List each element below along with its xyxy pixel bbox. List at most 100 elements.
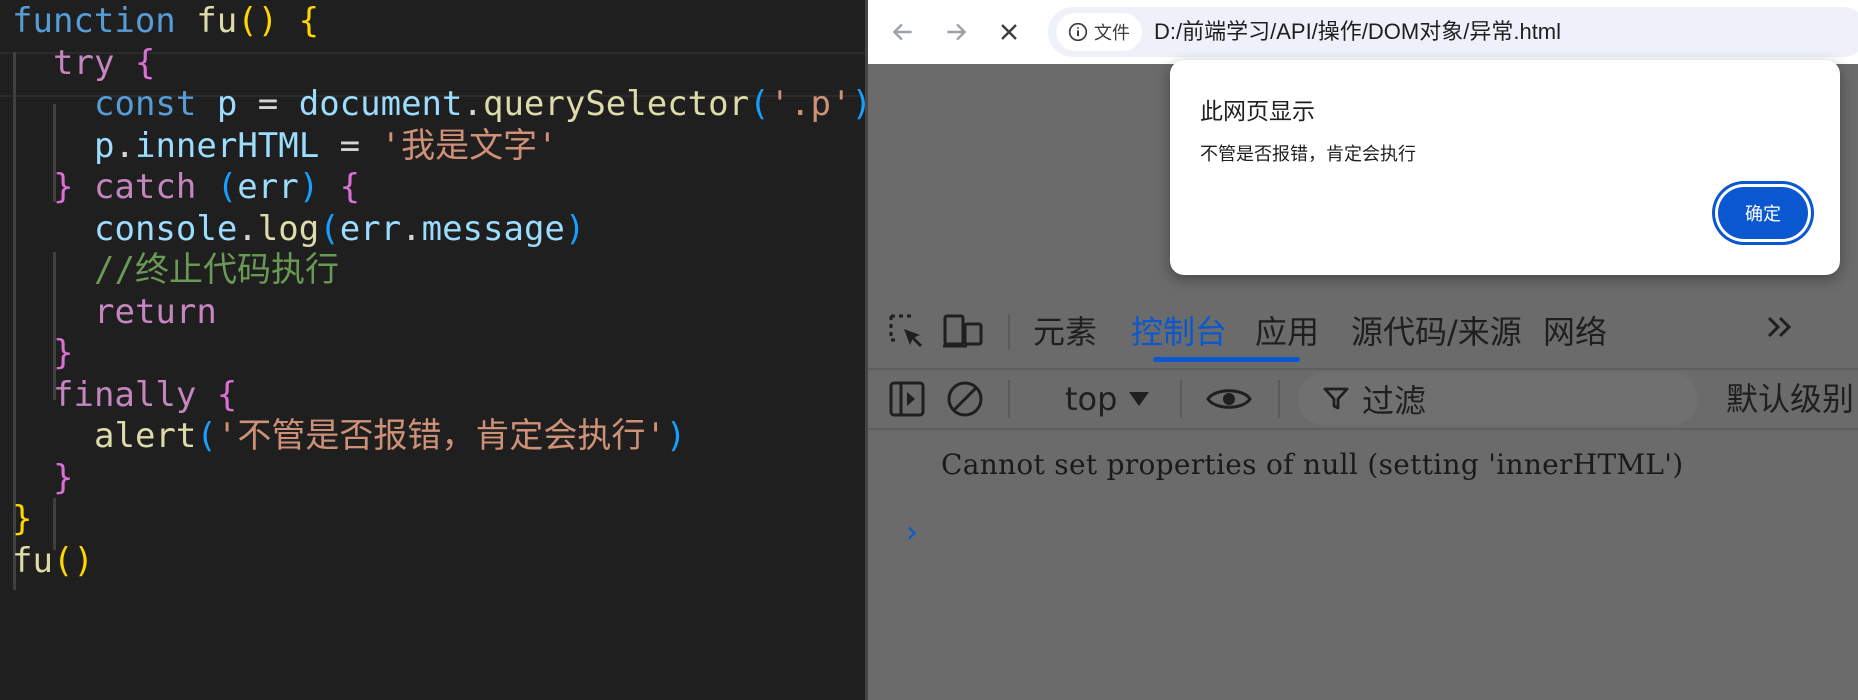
- forward-button[interactable]: [936, 12, 976, 52]
- alert-dialog: 此网页显示 不管是否报错，肯定会执行 确定: [1170, 60, 1840, 275]
- devtools-tab[interactable]: 应用: [1255, 310, 1319, 354]
- context-label: top: [1065, 380, 1118, 418]
- code-token: catch: [93, 167, 217, 207]
- code-token: () {: [237, 1, 320, 41]
- eye-icon: [1206, 389, 1252, 409]
- code-token: fu: [12, 540, 53, 581]
- devtools-tab[interactable]: 网络: [1543, 310, 1607, 354]
- code-token: }: [12, 499, 33, 539]
- chevron-double-right-icon: [1767, 316, 1792, 338]
- code-token: (: [749, 84, 770, 124]
- code-token: {: [134, 42, 156, 83]
- code-editor[interactable]: function fu() {try {const p = document.q…: [0, 0, 865, 700]
- triangle-down-icon: [1129, 392, 1150, 406]
- code-token: .: [114, 125, 135, 166]
- device-icon: [943, 314, 983, 348]
- code-token: const: [94, 84, 217, 124]
- device-toolbar-button[interactable]: [941, 310, 985, 354]
- ok-button[interactable]: 确定: [1718, 187, 1808, 239]
- devtools-tabbar: 元素 控制台 应用 源代码/来源 网络: [868, 292, 1858, 370]
- code-token: ): [298, 167, 340, 207]
- code-token: alert: [94, 416, 197, 456]
- code-token: log: [257, 208, 320, 249]
- devtools-tab[interactable]: 控制台: [1131, 310, 1227, 354]
- code-token: }: [53, 333, 74, 373]
- code-token: }: [53, 167, 94, 207]
- arrow-right-icon: [947, 23, 967, 41]
- inspect-element-button[interactable]: [885, 310, 929, 354]
- code-token: (): [52, 540, 94, 581]
- stop-loading-button[interactable]: [989, 12, 1029, 52]
- dialog-message: 不管是否报错，肯定会执行: [1200, 144, 1416, 165]
- code-token: function: [12, 1, 197, 41]
- console-prompt[interactable]: ›: [906, 515, 918, 550]
- sidebar-toggle-button[interactable]: [885, 377, 929, 421]
- log-levels-dropdown[interactable]: 默认级别: [1726, 378, 1854, 420]
- toolbar-divider: [1008, 314, 1010, 350]
- code-token: ): [665, 416, 687, 456]
- back-button[interactable]: [883, 12, 923, 52]
- dialog-title: 此网页显示: [1200, 99, 1315, 125]
- info-icon: [1068, 22, 1088, 42]
- code-token: (: [319, 208, 340, 249]
- code-token: .: [237, 208, 258, 249]
- code-token: p: [216, 84, 258, 124]
- code-token: {: [216, 374, 238, 415]
- code-token: finally: [53, 374, 217, 415]
- code-token: =: [257, 84, 299, 124]
- active-tab-indicator: [1153, 357, 1300, 362]
- context-selector[interactable]: top: [1065, 378, 1150, 420]
- code-token: (: [196, 416, 217, 456]
- devtools-tab[interactable]: 元素: [1033, 310, 1097, 354]
- code-token: }: [53, 457, 74, 498]
- code-token: err: [237, 167, 299, 207]
- code-token: fu: [196, 1, 238, 41]
- code-line: return: [94, 288, 217, 337]
- code-token: ): [564, 208, 586, 249]
- arrow-left-icon: [892, 23, 912, 41]
- code-line: }: [53, 454, 73, 503]
- code-token: '.p': [769, 84, 852, 124]
- code-token: =: [339, 125, 381, 166]
- code-token: document: [298, 84, 463, 124]
- code-token: .: [462, 84, 483, 124]
- filter-input[interactable]: 过滤: [1298, 373, 1698, 425]
- code-token: //终止代码执行: [94, 250, 339, 290]
- toolbar-divider: [1278, 380, 1280, 418]
- live-expression-button[interactable]: [1203, 377, 1255, 421]
- console-error-message: Cannot set properties of null (setting '…: [941, 448, 1684, 481]
- inspect-icon: [889, 314, 923, 348]
- more-tabs-button[interactable]: [1763, 310, 1797, 354]
- block-icon: [947, 381, 983, 417]
- toolbar-divider: [1180, 380, 1182, 418]
- console-toolbar: top 过滤 默认级别: [868, 370, 1858, 430]
- code-token: p: [94, 125, 115, 166]
- code-token: querySelector: [482, 84, 750, 124]
- code-token: {: [339, 167, 361, 207]
- devtools-tab[interactable]: 源代码/来源: [1351, 310, 1522, 354]
- close-icon: [1001, 24, 1017, 40]
- code-token: (: [216, 167, 238, 207]
- browser-toolbar: 文件 D:/前端学习/API/操作/DOM对象/异常.html: [868, 0, 1858, 64]
- code-token: ): [851, 84, 865, 124]
- code-token: return: [94, 291, 217, 332]
- address-bar[interactable]: 文件 D:/前端学习/API/操作/DOM对象/异常.html: [1048, 7, 1858, 57]
- filter-placeholder: 过滤: [1362, 382, 1427, 420]
- code-line: alert('不管是否报错，肯定会执行'): [94, 412, 686, 461]
- code-token: '我是文字': [380, 125, 558, 166]
- url-text[interactable]: D:/前端学习/API/操作/DOM对象/异常.html: [1154, 7, 1561, 57]
- code-line: fu(): [12, 537, 94, 586]
- code-token: err: [339, 208, 402, 249]
- filter-icon: [1323, 387, 1349, 410]
- code-token: message: [421, 208, 565, 249]
- code-token: console: [94, 208, 238, 249]
- code-token: .: [401, 208, 422, 249]
- site-info-chip[interactable]: 文件: [1056, 13, 1142, 51]
- sidebar-icon: [889, 381, 925, 417]
- code-token: '不管是否报错，肯定会执行': [216, 416, 666, 456]
- site-info-label: 文件: [1094, 23, 1130, 44]
- clear-console-button[interactable]: [943, 377, 987, 421]
- code-token: innerHTML: [134, 125, 340, 166]
- toolbar-divider: [1008, 380, 1010, 418]
- code-token: try: [53, 42, 135, 83]
